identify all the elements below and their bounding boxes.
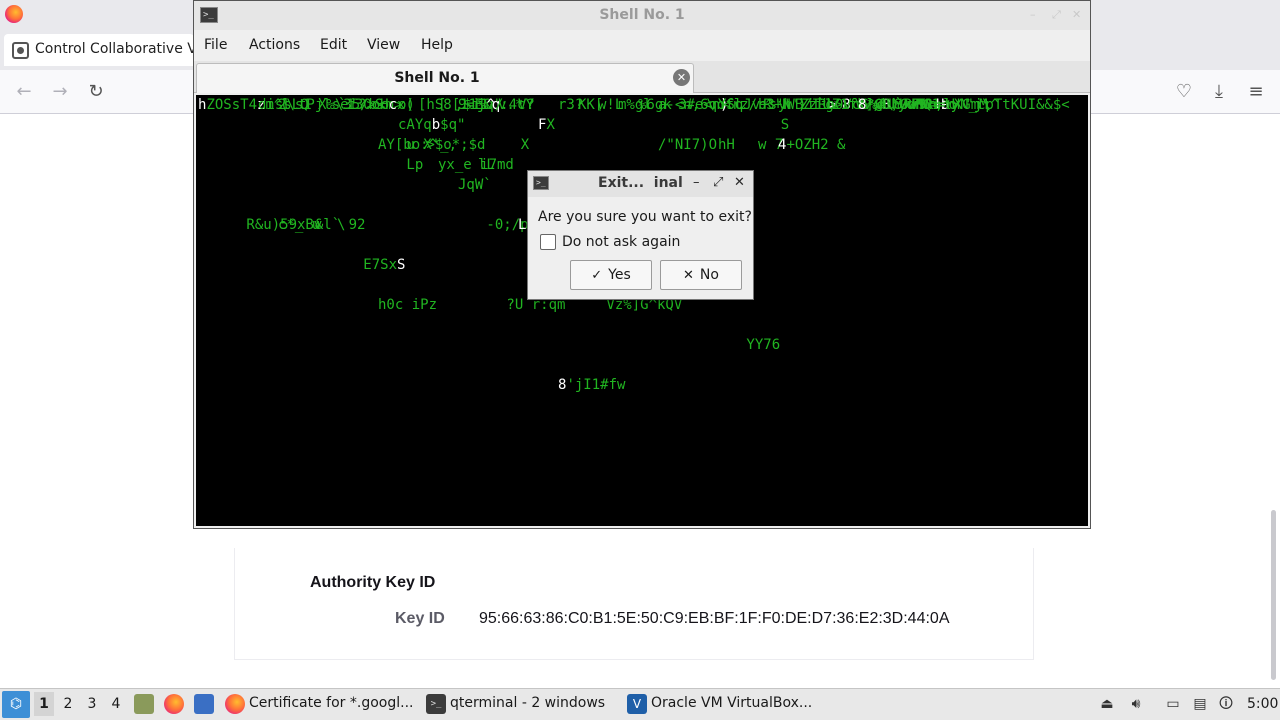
- start-menu-button[interactable]: ⌬: [2, 691, 30, 718]
- matrix-column: yWBZIi> S 4+OZH2 &: [778, 97, 846, 153]
- firefox-icon: [225, 694, 245, 714]
- menu-actions[interactable]: Actions: [249, 37, 300, 53]
- matrix-column: )iiJZ1fk]@8)UwH?oa: [798, 97, 950, 113]
- menu-help[interactable]: Help: [421, 37, 453, 53]
- matrix-column: AU`PPWn=rXGmM: [878, 97, 988, 113]
- matrix-column: ?>S: [358, 97, 384, 113]
- matrix-column: %^/ lL -0;/p&J=Z: [478, 97, 563, 233]
- clipboard-icon[interactable]: ▤: [1191, 695, 1209, 713]
- dialog-minimize-icon[interactable]: –: [693, 175, 700, 190]
- tab-favicon-icon: [12, 42, 29, 59]
- matrix-column: o AY[bo:^ h0c iPz: [378, 97, 438, 313]
- matrix-column: [ ,$i1 yx_e i7md: [438, 97, 514, 173]
- menu-icon[interactable]: ≡: [1244, 80, 1268, 104]
- task-firefox-label: Certificate for *.googl...: [249, 695, 414, 711]
- key-id-label: Key ID: [395, 610, 445, 627]
- dialog-message: Are you sure you want to exit?: [538, 209, 752, 225]
- minimize-icon[interactable]: –: [1030, 8, 1036, 21]
- matrix-column: 9=E&q:4cY JqW`: [458, 97, 534, 193]
- terminal-icon: >_: [426, 694, 446, 714]
- matrix-column: dissLQ: [258, 97, 309, 113]
- matrix-column: v.* ?U r:qm: [498, 97, 566, 313]
- x-mark-icon: ✕: [683, 268, 694, 283]
- terminal-tab-title: Shell No. 1: [394, 70, 480, 86]
- firefox-tab-title: Control Collaborative Vi: [35, 41, 194, 57]
- matrix-column: ( R&u)59xBv: [246, 97, 323, 233]
- menu-view[interactable]: View: [367, 37, 400, 53]
- matrix-rain-output: hZOSsT4zm^l ( R&u)59xBv dissLQ 2\s1 c*_ u…: [196, 95, 1088, 526]
- no-button[interactable]: ✕ No: [660, 260, 742, 290]
- task-virtualbox-label: Oracle VM VirtualBox...: [651, 695, 813, 711]
- yes-button-label: Yes: [608, 267, 631, 283]
- eject-icon[interactable]: ⏏: [1098, 695, 1116, 713]
- workspace-3[interactable]: 3: [82, 696, 102, 712]
- menu-edit[interactable]: Edit: [320, 37, 347, 53]
- menu-file[interactable]: File: [204, 37, 227, 53]
- authority-key-id-heading: Authority Key ID: [310, 574, 436, 591]
- display-icon[interactable]: ▭: [1164, 695, 1182, 713]
- back-arrow-icon[interactable]: ←: [12, 80, 36, 104]
- workspace-1[interactable]: 1: [34, 692, 54, 716]
- matrix-column: VV;: [854, 97, 881, 113]
- yes-button[interactable]: ✓ Yes: [570, 260, 652, 290]
- task-qterminal-label: qterminal - 2 windows: [450, 695, 606, 711]
- firefox-logo-icon: [5, 5, 23, 23]
- matrix-column: b3"h'Zz`g>8 w 7: [758, 97, 851, 153]
- no-button-label: No: [699, 267, 719, 283]
- virtualbox-icon: V: [627, 694, 647, 714]
- matrix-column: 2\s1 c*_ u \: [278, 97, 346, 233]
- key-id-value: 95:66:63:86:C0:B1:5E:50:C9:EB:BF:1F:F0:D…: [479, 610, 950, 627]
- forward-arrow-icon[interactable]: →: [48, 80, 72, 104]
- certificate-card: [234, 548, 1034, 660]
- dialog-maximize-icon[interactable]: ⤢: [713, 175, 723, 190]
- tab-close-icon[interactable]: ✕: [673, 69, 690, 86]
- matrix-column: 9:;lHN_cpTtKUI&&$<: [918, 97, 1070, 113]
- task-firefox[interactable]: Certificate for *.googl...: [225, 690, 420, 718]
- dialog-title: Exit... inal: [598, 175, 683, 191]
- pocket-icon[interactable]: ♡: [1172, 80, 1196, 104]
- maximize-icon[interactable]: ⤢: [1052, 8, 1061, 22]
- matrix-column: hZOSsT4zm^l: [198, 97, 291, 113]
- downloads-icon[interactable]: ⤓: [1207, 80, 1231, 104]
- firefox-launcher-icon[interactable]: [164, 694, 184, 714]
- clock: 5:00: [1247, 696, 1279, 712]
- matrix-column: X%\35/b<m>: [318, 97, 403, 113]
- reload-icon[interactable]: ↻: [84, 80, 108, 104]
- terminal-screen[interactable]: hZOSsT4zm^l ( R&u)59xBv dissLQ 2\s1 c*_ u…: [196, 95, 1088, 526]
- dialog-terminal-icon: >_: [533, 176, 549, 190]
- matrix-column: [hS8[11jq" >$o*;$d: [418, 97, 503, 153]
- desktop-launcher-icon[interactable]: [194, 694, 214, 714]
- task-virtualbox[interactable]: V Oracle VM VirtualBox...: [627, 690, 827, 718]
- matrix-column: 8*QUhOwYx=*y: [858, 97, 960, 113]
- page-scrollbar[interactable]: [1271, 510, 1276, 680]
- do-not-ask-checkbox[interactable]: [540, 234, 556, 250]
- terminal-window-title: Shell No. 1: [599, 7, 685, 23]
- file-manager-launcher-icon[interactable]: [134, 694, 154, 714]
- workspace-4[interactable]: 4: [106, 696, 126, 712]
- matrix-column: tPjlsei &l` 92: [298, 97, 366, 233]
- exit-dialog: >_ Exit... inal – ⤢ ✕ Are you sure you w…: [527, 170, 754, 300]
- matrix-column: o) cAYqb$q" u X'_, Lp: [398, 97, 466, 173]
- workspace-2[interactable]: 2: [58, 696, 78, 712]
- matrix-column: yoPQ1 o."j\^: [898, 97, 1000, 113]
- task-qterminal[interactable]: >_ qterminal - 2 windows: [426, 690, 621, 718]
- matrix-column: Rb0VcG%d\8+FW=H: [818, 97, 945, 113]
- terminal-tab[interactable]: Shell No. 1 ✕: [196, 63, 694, 93]
- volume-icon[interactable]: 🔊︎: [1127, 695, 1145, 713]
- matrix-column: `13OoHcx( E7SxS: [338, 97, 414, 273]
- do-not-ask-label[interactable]: Do not ask again: [562, 234, 680, 250]
- notification-icon[interactable]: 🛈: [1217, 695, 1235, 713]
- checkmark-icon: ✓: [591, 268, 603, 283]
- firefox-tab[interactable]: Control Collaborative Vi: [4, 34, 194, 66]
- close-icon[interactable]: ✕: [1072, 8, 1081, 21]
- dialog-close-icon[interactable]: ✕: [734, 175, 745, 190]
